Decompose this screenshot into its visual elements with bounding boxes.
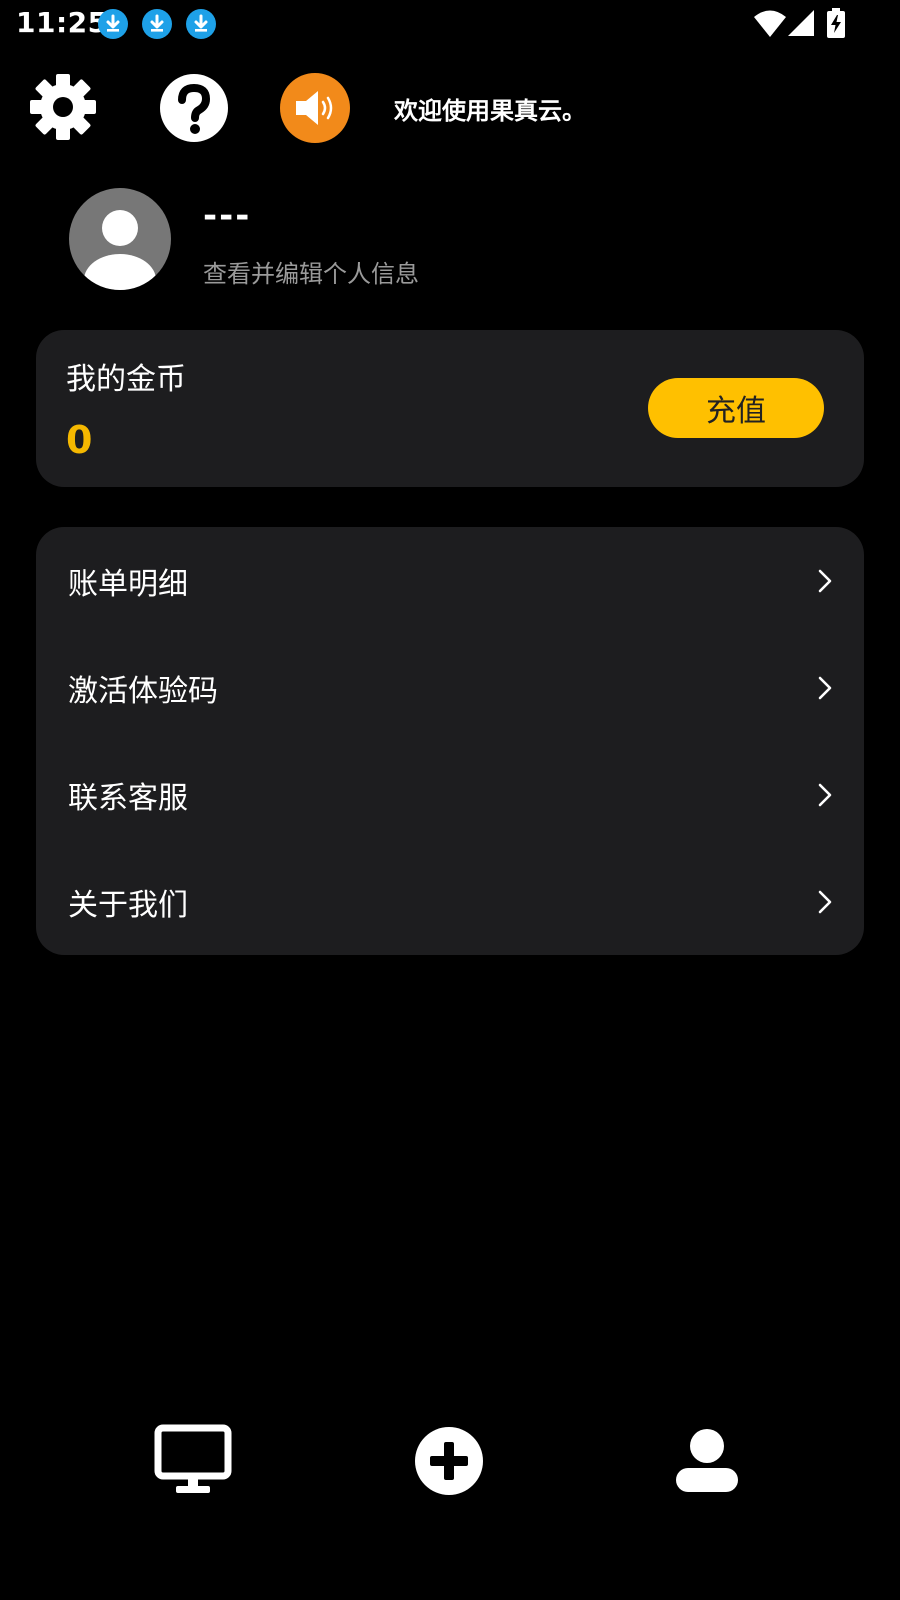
nav-desktop-tab[interactable]: [154, 1424, 232, 1494]
gear-icon: [30, 74, 96, 140]
add-icon: [415, 1427, 483, 1495]
menu-card: 账单明细 激活体验码 联系客服 关于我们: [36, 527, 864, 955]
download-icon: [142, 9, 172, 39]
signal-icon: [788, 10, 814, 36]
coin-balance: 0: [66, 418, 93, 462]
menu-item-label: 账单明细: [68, 566, 188, 602]
avatar[interactable]: [69, 188, 171, 290]
settings-button[interactable]: [30, 74, 96, 140]
chevron-right-icon: [814, 673, 836, 703]
menu-item-label: 关于我们: [68, 887, 188, 923]
profile-name[interactable]: ---: [203, 196, 251, 236]
menu-item-label: 联系客服: [68, 780, 188, 816]
download-icon: [98, 9, 128, 39]
menu-item-about-us[interactable]: 关于我们: [36, 848, 864, 955]
status-time: 11:25: [16, 6, 108, 39]
announcement-button[interactable]: [280, 73, 350, 143]
chevron-right-icon: [814, 780, 836, 810]
help-button[interactable]: [160, 74, 228, 142]
help-icon: [178, 83, 211, 134]
profile-edit-link[interactable]: 查看并编辑个人信息: [203, 254, 419, 289]
menu-item-label: 激活体验码: [68, 673, 218, 709]
chevron-right-icon: [814, 566, 836, 596]
battery-charging-icon: [826, 8, 846, 38]
welcome-text: 欢迎使用果真云。: [394, 97, 586, 125]
announcement-icon: [296, 91, 333, 125]
status-bar: 11:25: [0, 0, 900, 50]
menu-item-bill-details[interactable]: 账单明细: [36, 527, 864, 634]
user-avatar-icon: [84, 210, 156, 290]
menu-item-customer-service[interactable]: 联系客服: [36, 741, 864, 848]
user-icon: [676, 1429, 738, 1492]
nav-profile-tab[interactable]: [674, 1428, 740, 1494]
nav-add-tab[interactable]: [414, 1426, 484, 1496]
menu-item-activate-code[interactable]: 激活体验码: [36, 634, 864, 741]
chevron-right-icon: [814, 887, 836, 917]
monitor-icon: [154, 1424, 232, 1493]
coin-title: 我的金币: [66, 362, 186, 397]
download-icon: [186, 9, 216, 39]
wifi-icon: [754, 10, 786, 38]
coin-card: 我的金币 0 充值: [36, 330, 864, 487]
recharge-button[interactable]: 充值: [648, 378, 824, 438]
